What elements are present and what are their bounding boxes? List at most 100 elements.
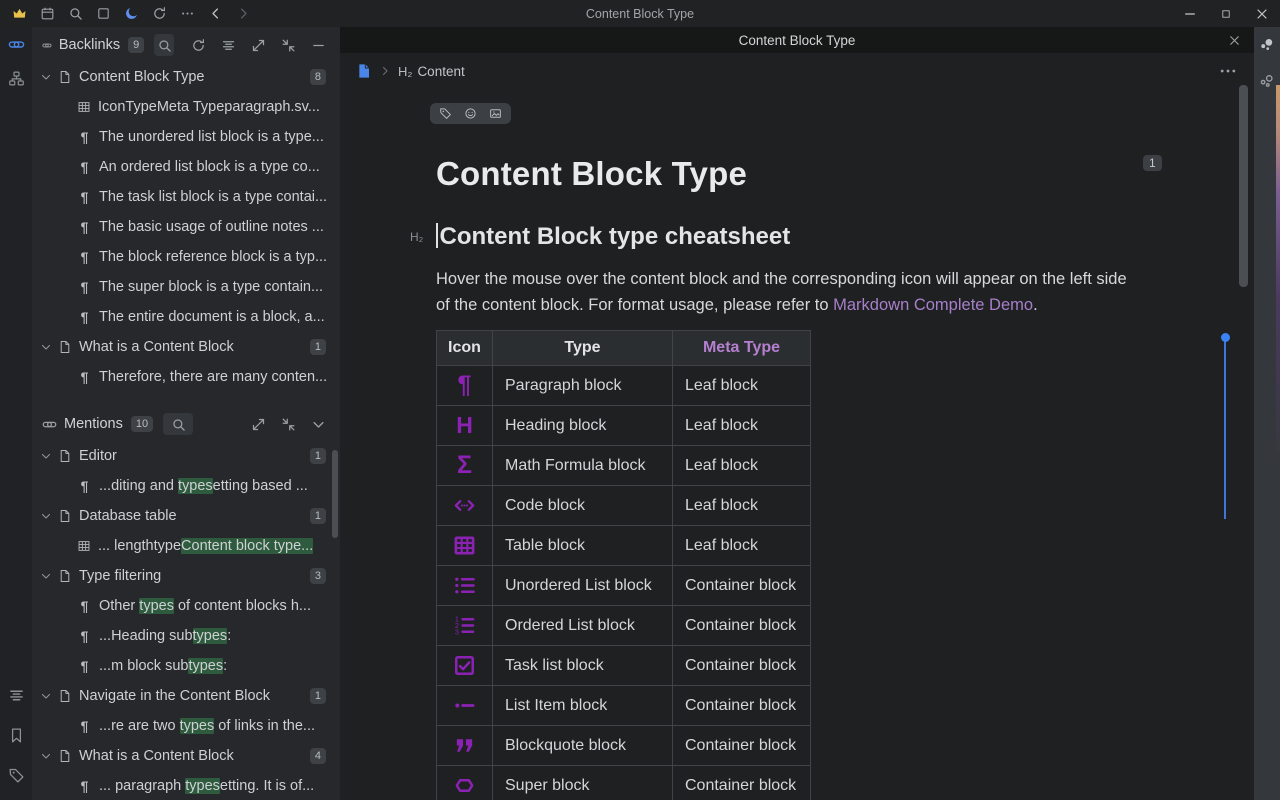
ref-count-badge[interactable]: 1 (1143, 155, 1162, 171)
more-menu-button[interactable] (173, 2, 201, 25)
block-icon-cell[interactable] (437, 686, 493, 726)
block-type-cell[interactable]: Super block (493, 766, 673, 800)
block-icon-cell[interactable] (437, 526, 493, 566)
block-type-cell[interactable]: Unordered List block (493, 566, 673, 606)
doc-row[interactable]: What is a Content Block1 (32, 332, 340, 362)
collapse-button[interactable] (278, 35, 298, 55)
fold-panel-button[interactable] (308, 414, 328, 434)
table-header-type[interactable]: Type (493, 331, 673, 366)
block-type-cell[interactable]: Blockquote block (493, 726, 673, 766)
block-row[interactable]: ¶...m block subtypes: (32, 651, 340, 681)
mentions-search-button[interactable] (163, 413, 193, 435)
block-row[interactable]: ¶The basic usage of outline notes ... (32, 212, 340, 242)
block-type-cell[interactable]: List Item block (493, 686, 673, 726)
block-row[interactable]: ¶Therefore, there are many conten... (32, 362, 340, 392)
dock-tag-button[interactable] (0, 758, 32, 792)
global-search-button[interactable] (61, 2, 89, 25)
doc-row[interactable]: Navigate in the Content Block1 (32, 681, 340, 711)
table-header-meta-type[interactable]: Meta Type (673, 331, 811, 366)
doc-row[interactable]: Content Block Type8 (32, 62, 340, 92)
doc-row[interactable]: Database table1 (32, 501, 340, 531)
block-row[interactable]: ¶...diting and typesetting based ... (32, 471, 340, 501)
maximize-button[interactable] (1208, 0, 1244, 27)
sync-button[interactable] (145, 2, 173, 25)
block-meta-cell[interactable]: Leaf block (673, 446, 811, 486)
min-panel-button[interactable] (308, 35, 328, 55)
tab-bar[interactable]: Content Block Type (340, 27, 1254, 53)
dock-outline-button[interactable] (0, 678, 32, 712)
block-type-cell[interactable]: Table block (493, 526, 673, 566)
dock-graph-button[interactable] (0, 61, 32, 95)
block-row[interactable]: ¶The task list block is a type contai... (32, 182, 340, 212)
block-type-cell[interactable]: Code block (493, 486, 673, 526)
block-meta-cell[interactable]: Container block (673, 606, 811, 646)
block-row[interactable]: ¶...Heading subtypes: (32, 621, 340, 651)
heading-text[interactable]: Content Block type cheatsheet (440, 223, 791, 250)
block-meta-cell[interactable]: Leaf block (673, 406, 811, 446)
block-type-cell[interactable]: Math Formula block (493, 446, 673, 486)
doc-more-icon[interactable] (1218, 61, 1238, 81)
block-row[interactable]: ¶An ordered list block is a type co... (32, 152, 340, 182)
block-type-cell[interactable]: Paragraph block (493, 366, 673, 406)
expand-button[interactable] (248, 35, 268, 55)
doc-row[interactable]: Type filtering3 (32, 561, 340, 591)
block-type-cell[interactable]: Task list block (493, 646, 673, 686)
block-icon-cell[interactable] (437, 566, 493, 606)
block-row[interactable]: ¶The unordered list block is a type... (32, 122, 340, 152)
tag-icon[interactable] (439, 107, 452, 120)
refresh-button[interactable] (188, 35, 208, 55)
block-row[interactable]: IconTypeMeta Typeparagraph.sv... (32, 92, 340, 122)
table-header-icon[interactable]: Icon (437, 331, 493, 366)
block-icon-cell[interactable] (437, 606, 493, 646)
block-icon-cell[interactable] (437, 646, 493, 686)
doc-title[interactable]: Content Block Type (436, 155, 1148, 193)
membership-crown-icon[interactable] (5, 2, 33, 25)
editor-mode-button[interactable] (89, 2, 117, 25)
doc-link[interactable]: Markdown Complete Demo (833, 296, 1033, 314)
block-type-cell[interactable]: Heading block (493, 406, 673, 446)
block-row[interactable]: ¶...re are two types of links in the... (32, 711, 340, 741)
block-meta-cell[interactable]: Container block (673, 646, 811, 686)
block-icon-cell[interactable] (437, 726, 493, 766)
block-row[interactable]: ¶The super block is a type contain... (32, 272, 340, 302)
block-row[interactable]: ¶The block reference block is a typ... (32, 242, 340, 272)
paragraph-block[interactable]: Hover the mouse over the content block a… (436, 266, 1138, 318)
block-meta-cell[interactable]: Container block (673, 726, 811, 766)
block-row[interactable]: ... lengthtypeContent block type... (32, 531, 340, 561)
image-icon[interactable] (489, 107, 502, 120)
doc-row[interactable]: Editor1 (32, 441, 340, 471)
dock-bookmark-button[interactable] (0, 718, 32, 752)
block-icon-cell[interactable]: Σ (437, 446, 493, 486)
block-row[interactable]: ¶... paragraph typesetting. It is of... (32, 771, 340, 800)
block-icon-cell[interactable] (437, 486, 493, 526)
backlinks-search-button[interactable] (154, 34, 174, 56)
expand-button[interactable] (248, 414, 268, 434)
editor-scrollbar[interactable] (1239, 85, 1248, 287)
block-icon-cell[interactable]: ¶ (437, 366, 493, 406)
collapse-button[interactable] (278, 414, 298, 434)
go-forward-button[interactable] (229, 2, 257, 25)
daily-note-button[interactable] (33, 2, 61, 25)
block-meta-cell[interactable]: Container block (673, 766, 811, 800)
theme-toggle-button[interactable] (117, 2, 145, 25)
block-meta-cell[interactable]: Leaf block (673, 486, 811, 526)
close-window-button[interactable] (1244, 0, 1280, 27)
layout-button[interactable] (218, 35, 238, 55)
close-tab-icon[interactable] (1227, 33, 1242, 48)
go-back-button[interactable] (201, 2, 229, 25)
mentions-scrollbar[interactable] (332, 450, 338, 538)
block-icon-cell[interactable]: H (437, 406, 493, 446)
breadcrumb-heading[interactable]: Content (417, 64, 464, 79)
heading-block[interactable]: H₂ Content Block type cheatsheet (436, 223, 1136, 251)
block-row[interactable]: ¶The entire document is a block, a... (32, 302, 340, 332)
block-meta-cell[interactable]: Container block (673, 686, 811, 726)
dock-backlinks-button[interactable] (0, 27, 32, 61)
minimize-button[interactable] (1172, 0, 1208, 27)
block-type-cell[interactable]: Ordered List block (493, 606, 673, 646)
block-meta-cell[interactable]: Leaf block (673, 526, 811, 566)
document-icon[interactable] (356, 63, 372, 79)
dock-graph-view-button[interactable] (1254, 27, 1280, 63)
block-row[interactable]: ¶Other types of content blocks h... (32, 591, 340, 621)
emoji-icon[interactable] (464, 107, 477, 120)
block-icon-cell[interactable] (437, 766, 493, 800)
